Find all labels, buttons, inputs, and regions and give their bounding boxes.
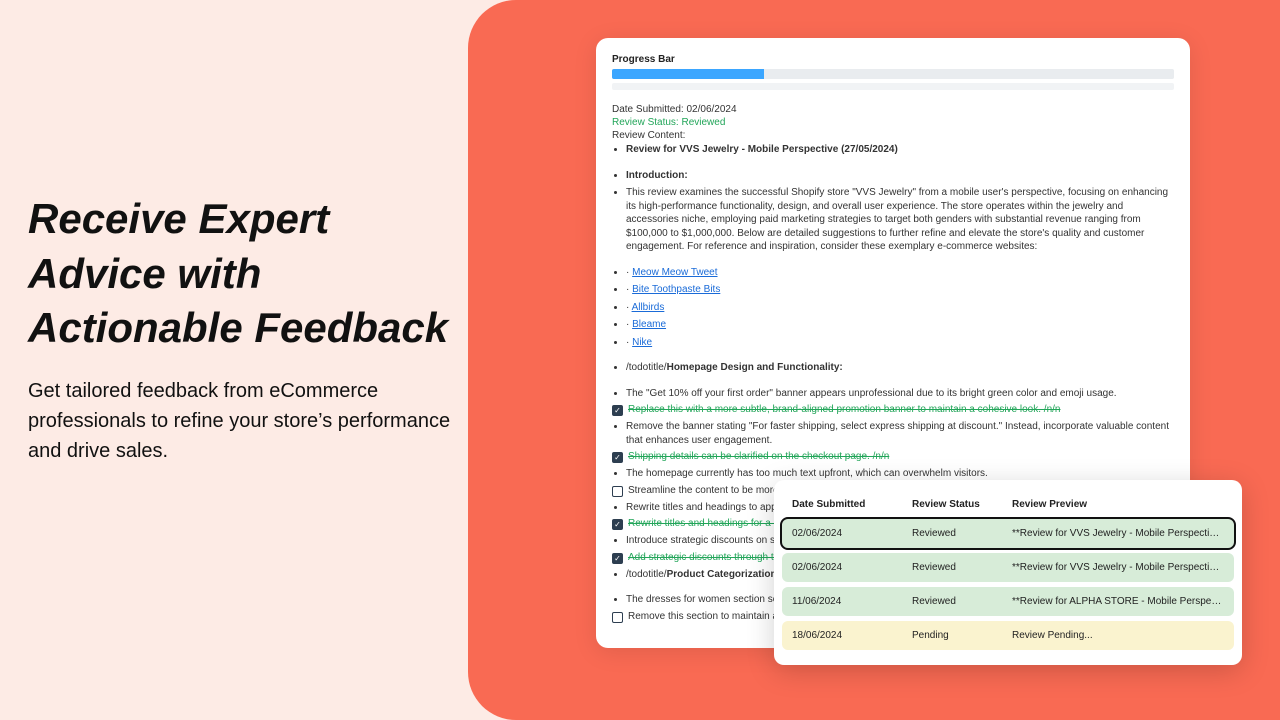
section-heading: /todotitle/Homepage Design and Functiona…: [626, 361, 1174, 375]
progress-label: Progress Bar: [612, 54, 1174, 65]
marketing-copy: Receive Expert Advice with Actionable Fe…: [28, 192, 458, 466]
checkbox-icon[interactable]: [612, 486, 623, 497]
headline: Receive Expert Advice with Actionable Fe…: [28, 192, 458, 356]
todo-item[interactable]: Shipping details can be clarified on the…: [612, 451, 1174, 463]
checkbox-icon[interactable]: [612, 405, 623, 416]
cell-preview: **Review for VVS Jewelry - Mobile Perspe…: [1012, 562, 1224, 573]
col-date: Date Submitted: [792, 499, 912, 510]
review-status: Review Status: Reviewed: [612, 117, 1174, 128]
checkbox-icon[interactable]: [612, 612, 623, 623]
ref-link-item: · Bleame: [626, 318, 1174, 332]
cell-status: Reviewed: [912, 596, 1012, 607]
secondary-bar: [612, 83, 1174, 90]
ref-link[interactable]: Nike: [632, 337, 652, 348]
cell-date: 11/06/2024: [792, 596, 912, 607]
ref-link[interactable]: Bleame: [632, 319, 666, 330]
checkbox-icon[interactable]: [612, 452, 623, 463]
cell-preview: Review Pending...: [1012, 630, 1224, 641]
subheadline: Get tailored feedback from eCommerce pro…: [28, 376, 458, 466]
ref-link-item: · Allbirds: [626, 301, 1174, 315]
review-content-label: Review Content:: [612, 130, 1174, 141]
cell-status: Reviewed: [912, 528, 1012, 539]
table-row[interactable]: 02/06/2024Reviewed**Review for VVS Jewel…: [782, 519, 1234, 548]
progress-bar: [612, 69, 1174, 79]
date-submitted: Date Submitted: 02/06/2024: [612, 104, 1174, 115]
cell-preview: **Review for VVS Jewelry - Mobile Perspe…: [1012, 528, 1224, 539]
ref-link-item: · Meow Meow Tweet: [626, 266, 1174, 280]
col-preview: Review Preview: [1012, 499, 1224, 510]
reviews-table-panel: Date Submitted Review Status Review Prev…: [774, 480, 1242, 665]
table-row[interactable]: 18/06/2024PendingReview Pending...: [782, 621, 1234, 650]
table-row[interactable]: 11/06/2024Reviewed**Review for ALPHA STO…: [782, 587, 1234, 616]
table-header: Date Submitted Review Status Review Prev…: [782, 490, 1234, 519]
table-row[interactable]: 02/06/2024Reviewed**Review for VVS Jewel…: [782, 553, 1234, 582]
cell-status: Reviewed: [912, 562, 1012, 573]
headline-line: Actionable Feedback: [28, 304, 448, 351]
col-status: Review Status: [912, 499, 1012, 510]
review-note: The homepage currently has too much text…: [626, 467, 1174, 481]
review-note: Remove the banner stating "For faster sh…: [626, 420, 1174, 447]
cell-status: Pending: [912, 630, 1012, 641]
headline-line: Advice with: [28, 250, 261, 297]
ref-link[interactable]: Allbirds: [632, 302, 665, 313]
checkbox-icon[interactable]: [612, 519, 623, 530]
cell-preview: **Review for ALPHA STORE - Mobile Perspe…: [1012, 596, 1224, 607]
headline-line: Receive Expert: [28, 195, 329, 242]
intro-heading: Introduction:: [626, 169, 1174, 183]
ref-link-item: · Nike: [626, 336, 1174, 350]
cell-date: 02/06/2024: [792, 528, 912, 539]
cell-date: 02/06/2024: [792, 562, 912, 573]
checkbox-icon[interactable]: [612, 553, 623, 564]
ref-link-item: · Bite Toothpaste Bits: [626, 283, 1174, 297]
review-note: The "Get 10% off your first order" banne…: [626, 387, 1174, 401]
ref-link[interactable]: Meow Meow Tweet: [632, 267, 717, 278]
intro-body: This review examines the successful Shop…: [626, 186, 1174, 254]
review-title: Review for VVS Jewelry - Mobile Perspect…: [626, 143, 1174, 157]
todo-item[interactable]: Replace this with a more subtle, brand-a…: [612, 404, 1174, 416]
ref-link[interactable]: Bite Toothpaste Bits: [632, 284, 720, 295]
cell-date: 18/06/2024: [792, 630, 912, 641]
